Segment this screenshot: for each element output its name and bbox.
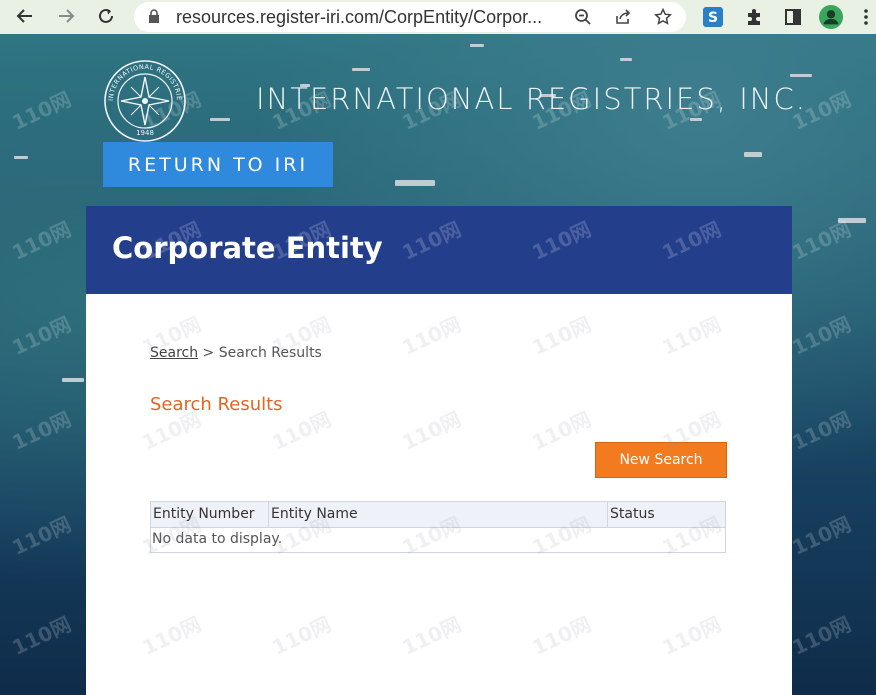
page-title: Corporate Entity <box>112 231 383 265</box>
bookmark-star-icon[interactable] <box>651 5 675 29</box>
results-title: Search Results <box>150 394 283 415</box>
return-to-iri-button[interactable]: RETURN TO IRI <box>103 142 333 187</box>
results-grid: Entity Number Entity Name Status No data… <box>150 501 726 553</box>
logo-year: 1948 <box>136 129 154 137</box>
extension-s-icon[interactable]: S <box>701 5 725 29</box>
card-body: Search > Search Results Search Results N… <box>86 294 792 695</box>
browser-toolbar: resources.register-iri.com/CorpEntity/Co… <box>0 0 876 34</box>
share-icon[interactable] <box>611 5 635 29</box>
column-header-entity-number[interactable]: Entity Number <box>151 502 269 527</box>
reload-icon[interactable] <box>94 4 118 28</box>
url-text[interactable]: resources.register-iri.com/CorpEntity/Co… <box>176 7 542 28</box>
breadcrumb-current: Search Results <box>218 345 322 361</box>
column-header-status[interactable]: Status <box>608 502 725 527</box>
breadcrumb-search-link[interactable]: Search <box>150 345 198 361</box>
zoom-icon[interactable] <box>571 5 595 29</box>
breadcrumb-separator: > <box>198 345 219 361</box>
address-bar[interactable]: resources.register-iri.com/CorpEntity/Co… <box>134 2 686 32</box>
column-header-entity-name[interactable]: Entity Name <box>269 502 608 527</box>
svg-text:S: S <box>708 10 718 26</box>
new-search-button[interactable]: New Search <box>595 442 727 478</box>
card-header: Corporate Entity <box>86 206 792 294</box>
profile-icon[interactable] <box>819 5 843 29</box>
side-panel-icon[interactable] <box>781 5 805 29</box>
breadcrumb: Search > Search Results <box>150 345 322 361</box>
site-title: INTERNATIONAL REGISTRIES, INC. <box>256 82 807 116</box>
grid-empty-message: No data to display. <box>152 531 283 547</box>
extensions-puzzle-icon[interactable] <box>742 5 766 29</box>
grid-header-row: Entity Number Entity Name Status <box>151 502 725 528</box>
iri-logo: INTERNATIONAL REGISTRIES 1948 <box>101 53 187 143</box>
menu-icon[interactable] <box>858 5 874 29</box>
back-arrow-icon[interactable] <box>13 4 37 28</box>
lock-icon[interactable] <box>148 9 160 28</box>
forward-arrow-icon[interactable] <box>54 4 78 28</box>
